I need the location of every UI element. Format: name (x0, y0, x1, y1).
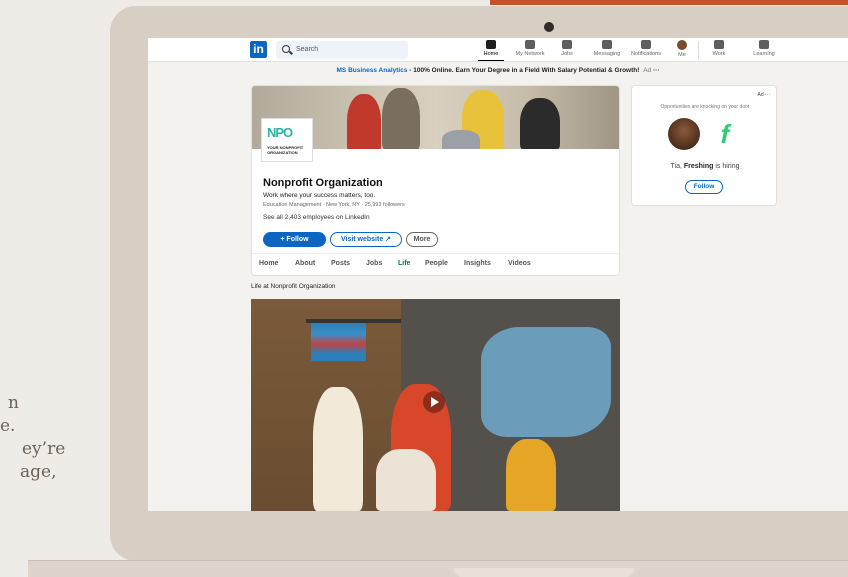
tab-people[interactable]: People (425, 260, 448, 267)
search-placeholder: Search (296, 46, 319, 53)
photo-laptop (442, 130, 480, 149)
nav-me[interactable]: Me (670, 40, 694, 61)
photo-person (347, 94, 381, 149)
nav-notifications-label: Notifications (631, 51, 661, 57)
grid-icon (714, 40, 724, 49)
ad-label: Ad (643, 67, 652, 74)
nav-messaging-label: Messaging (593, 51, 621, 57)
background-text-line: n (8, 393, 19, 413)
laptop-notch (454, 568, 634, 577)
company-meta: Education Management · New York, NY · 25… (263, 202, 405, 208)
nav-divider (698, 41, 699, 59)
laptop-base (28, 560, 848, 577)
ad-text: - 100% Online. Earn Your Degree in a Fie… (407, 67, 640, 74)
top-nav: in Search Home My Network Jobs Messaging… (148, 38, 848, 62)
photo-person (520, 98, 560, 149)
background-text-line: age, (20, 462, 57, 482)
video-person (506, 439, 556, 511)
tab-jobs[interactable]: Jobs (366, 260, 382, 267)
employees-link[interactable]: See all 2,403 employees on LinkedIn (263, 214, 370, 221)
home-icon (486, 40, 496, 49)
more-button[interactable]: More (406, 232, 438, 247)
search-input[interactable]: Search (276, 41, 408, 59)
play-square-icon (759, 40, 769, 49)
company-tagline: Work where your success matters, too. (263, 192, 376, 199)
company-card: NPO YOUR NONPROFIT ORGANIZATION Nonprofi… (251, 85, 620, 276)
tab-posts[interactable]: Posts (331, 260, 350, 267)
background-text: n e. ey’re age, (0, 392, 65, 484)
hiring-company: Freshing (683, 163, 714, 170)
promoted-ad-line: MS Business Analytics - 100% Online. Ear… (148, 67, 848, 74)
company-logo-mark: NPO (267, 125, 293, 140)
company-logo: NPO YOUR NONPROFIT ORGANIZATION (261, 118, 313, 162)
hiring-suffix: is hiring (713, 163, 740, 170)
nav-learning-label: Learning (753, 51, 775, 57)
background-text-line: ey’re (22, 439, 66, 459)
chat-icon (602, 40, 612, 49)
visit-website-button[interactable]: Visit website ↗ (330, 232, 402, 247)
hiring-text: Tia, Freshing is hiring (632, 163, 778, 170)
nav-home-label: Home (483, 51, 499, 57)
tab-videos[interactable]: Videos (508, 260, 531, 267)
video-boxes (311, 323, 366, 361)
tab-insights[interactable]: Insights (464, 260, 491, 267)
briefcase-icon (562, 40, 572, 49)
background-text-line: e. (0, 416, 16, 436)
nav-me-label: Me (678, 52, 686, 58)
nav-my-network[interactable]: My Network (510, 40, 550, 61)
nav-notifications[interactable]: Notifications (626, 40, 666, 61)
avatar-icon (677, 40, 687, 50)
sidebar-ad-label[interactable]: Ad ··· (758, 92, 771, 98)
nav-learning[interactable]: Learning (744, 40, 784, 61)
ad-more-icon[interactable]: ··· (653, 67, 660, 74)
user-avatar (668, 118, 700, 150)
follow-button[interactable]: + Follow (263, 232, 326, 247)
photo-person (382, 88, 420, 149)
nav-jobs-label: Jobs (561, 51, 573, 57)
hiring-prefix: Tia, (670, 163, 684, 170)
life-video[interactable] (251, 299, 620, 511)
nav-home[interactable]: Home (478, 40, 504, 61)
sidebar-ad-headline: Opportunities are knocking on your door (660, 104, 750, 110)
tab-about[interactable]: About (295, 260, 315, 267)
search-icon (282, 45, 290, 53)
browser-screen: in Search Home My Network Jobs Messaging… (148, 38, 848, 511)
ad-link[interactable]: MS Business Analytics (337, 67, 408, 74)
sidebar-follow-button[interactable]: Follow (685, 180, 723, 194)
camera-icon (544, 22, 554, 32)
company-tabs: Home About Posts Jobs Life People Insigh… (252, 253, 619, 276)
linkedin-logo[interactable]: in (250, 41, 267, 58)
nav-jobs[interactable]: Jobs (554, 40, 580, 61)
video-person (313, 387, 363, 511)
life-section-title: Life at Nonprofit Organization (251, 283, 336, 290)
sidebar-ad-card: Ad ··· Opportunities are knocking on you… (631, 85, 777, 206)
active-tab-indicator (393, 275, 418, 276)
network-icon (525, 40, 535, 49)
accent-bar (490, 0, 848, 5)
play-icon[interactable] (423, 391, 445, 413)
nav-work-label: Work (712, 51, 726, 57)
video-person (376, 449, 436, 511)
company-logo-subtext: YOUR NONPROFIT ORGANIZATION (267, 145, 304, 155)
tab-life[interactable]: Life (398, 260, 410, 267)
tab-home[interactable]: Home (259, 260, 278, 267)
nav-my-network-label: My Network (515, 51, 545, 57)
nav-messaging[interactable]: Messaging (588, 40, 626, 61)
video-us-map (481, 327, 611, 437)
freshing-logo: f (720, 119, 730, 149)
bell-icon (641, 40, 651, 49)
company-name: Nonprofit Organization (263, 177, 383, 189)
nav-work[interactable]: Work (706, 40, 732, 61)
